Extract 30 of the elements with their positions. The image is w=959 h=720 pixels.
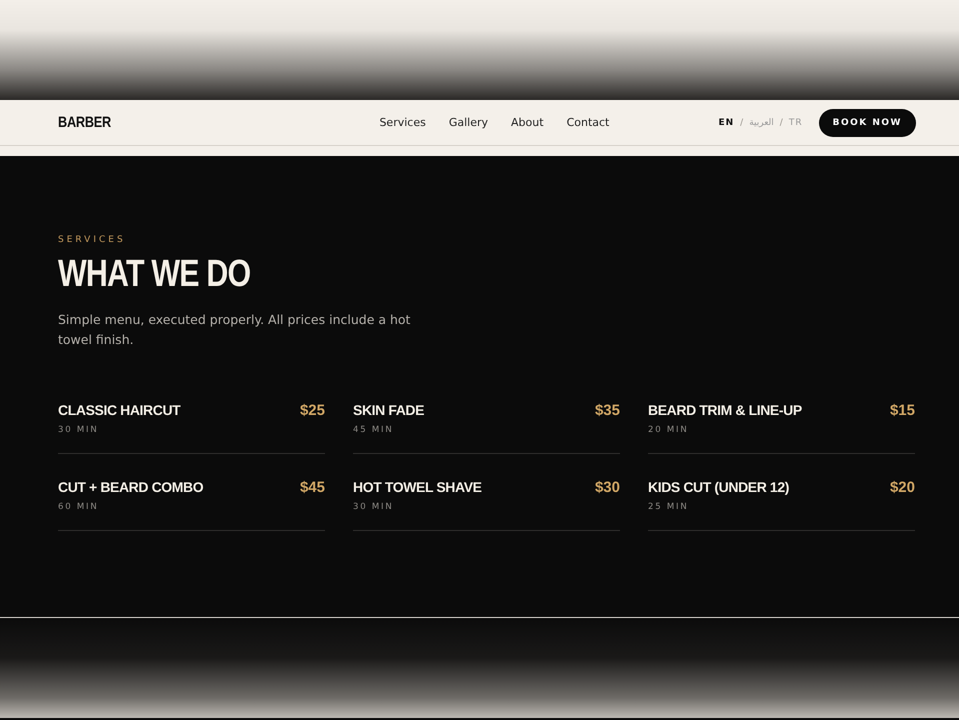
logo[interactable]: BARBER	[58, 114, 112, 131]
nav-link[interactable]: Gallery	[448, 116, 488, 129]
service-name: CUT + BEARD COMBO	[58, 479, 204, 495]
service-duration: 60 MIN	[58, 502, 100, 512]
language-option[interactable]: EN	[718, 118, 734, 128]
service-duration: 30 MIN	[353, 502, 395, 512]
service-price: $25	[300, 402, 325, 419]
section-eyebrow: SERVICES	[58, 235, 127, 245]
language-separator: /	[740, 118, 744, 128]
service-name: CLASSIC HAIRCUT	[58, 402, 180, 418]
service-price: $35	[594, 402, 620, 419]
service-duration: 25 MIN	[648, 502, 690, 512]
service-duration: 45 MIN	[353, 425, 395, 435]
section-description: Simple menu, executed properly. All prices include a hot towel finish.	[58, 311, 412, 349]
service-name: HOT TOWEL SHAVE	[353, 479, 482, 495]
service-name: KIDS CUT (UNDER 12)	[648, 479, 789, 495]
service-duration: 20 MIN	[648, 425, 690, 435]
book-now-button[interactable]: BOOK NOW	[818, 108, 916, 136]
language-separator: /	[780, 118, 783, 128]
service-name: SKIN FADE	[353, 402, 424, 418]
service-price: $15	[890, 402, 915, 419]
nav-link[interactable]: Services	[379, 116, 426, 129]
service-price: $30	[594, 479, 620, 496]
section-title: WHAT WE DO	[58, 253, 250, 296]
nav-link[interactable]: About	[511, 116, 544, 129]
service-duration: 30 MIN	[58, 425, 100, 435]
service-price: $20	[890, 479, 915, 496]
service-name: BEARD TRIM & LINE-UP	[648, 402, 802, 418]
service-price: $45	[300, 479, 325, 496]
nav-link[interactable]: Contact	[566, 116, 610, 129]
